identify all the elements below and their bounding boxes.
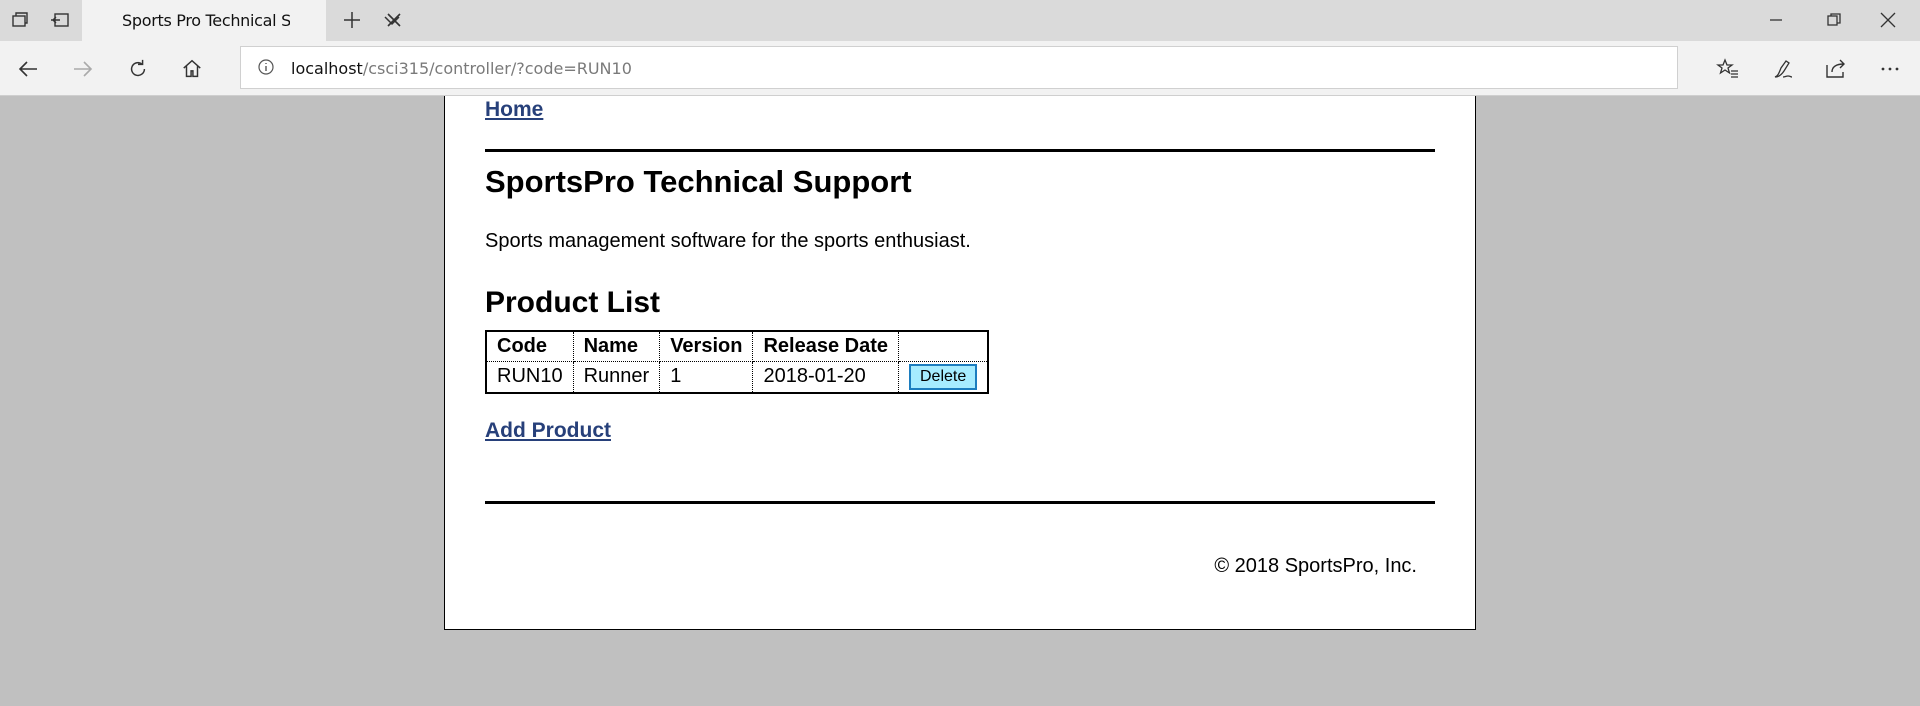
table-row: RUN10 Runner 1 2018-01-20 Delete	[485, 360, 989, 394]
add-product-link[interactable]: Add Product	[485, 419, 611, 443]
cell-code: RUN10	[485, 360, 574, 394]
delete-button[interactable]: Delete	[908, 363, 978, 390]
table-header-row: Code Name Version Release Date	[485, 330, 989, 362]
forward-icon[interactable]	[69, 55, 97, 83]
tab-list-icon[interactable]	[8, 8, 32, 32]
tab-title: Sports Pro Technical Sup	[122, 11, 290, 30]
column-header-name: Name	[572, 330, 661, 362]
cell-release-date: 2018-01-20	[752, 360, 899, 394]
chevron-down-icon[interactable]	[380, 8, 404, 32]
refresh-icon[interactable]	[124, 55, 152, 83]
tab-bar: Sports Pro Technical Sup	[0, 0, 1920, 41]
cell-name: Runner	[572, 360, 661, 394]
new-tab-icon[interactable]	[340, 8, 364, 32]
product-table: Code Name Version Release Date RUN10 Run…	[485, 330, 990, 394]
address-bar[interactable]: localhost/csci315/controller/?code=RUN10	[240, 46, 1678, 89]
footer-divider	[485, 501, 1435, 504]
pen-icon[interactable]	[1769, 55, 1797, 83]
favorites-icon[interactable]	[1714, 55, 1742, 83]
set-aside-tabs-icon[interactable]	[48, 8, 72, 32]
restore-icon[interactable]	[1822, 8, 1846, 32]
back-icon[interactable]	[14, 55, 42, 83]
share-icon[interactable]	[1822, 55, 1850, 83]
info-icon[interactable]	[257, 58, 275, 81]
more-icon[interactable]	[1876, 55, 1904, 83]
url-path: /csci315/controller/?code=RUN10	[362, 59, 632, 78]
close-window-icon[interactable]	[1876, 8, 1900, 32]
minimize-icon[interactable]	[1764, 8, 1788, 32]
page-container: Home SportsPro Technical Support Sports …	[444, 96, 1476, 630]
tagline: Sports management software for the sport…	[485, 230, 971, 252]
header-divider	[485, 149, 1435, 152]
home-icon[interactable]	[178, 55, 206, 83]
footer-copyright: © 2018 SportsPro, Inc.	[1214, 555, 1417, 577]
url-text: localhost/csci315/controller/?code=RUN10	[291, 59, 632, 78]
column-header-release-date: Release Date	[752, 330, 899, 362]
navigation-bar: localhost/csci315/controller/?code=RUN10	[0, 41, 1920, 96]
browser-tab[interactable]: Sports Pro Technical Sup	[82, 0, 401, 41]
column-header-version: Version	[659, 330, 754, 362]
url-host: localhost	[291, 59, 363, 78]
page-title: SportsPro Technical Support	[485, 164, 912, 199]
section-title: Product List	[485, 286, 661, 319]
home-link[interactable]: Home	[485, 98, 543, 122]
column-header-code: Code	[485, 330, 574, 362]
column-header-action	[897, 330, 989, 362]
cell-version: 1	[659, 360, 754, 394]
cell-action: Delete	[897, 360, 989, 394]
